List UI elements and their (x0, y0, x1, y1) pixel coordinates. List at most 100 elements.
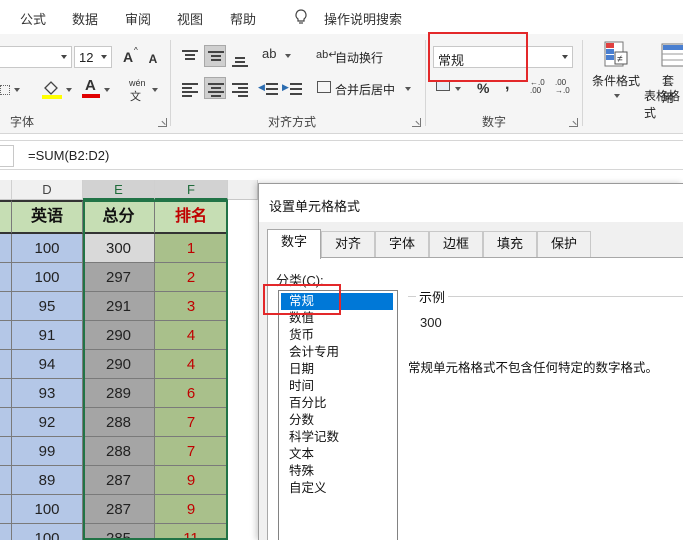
row-edge-cell[interactable] (0, 379, 12, 408)
header-cell-total[interactable]: 总分 (83, 200, 155, 234)
total-cell[interactable]: 290 (83, 350, 155, 379)
rank-cell[interactable]: 4 (155, 350, 228, 379)
tab-font[interactable]: 字体 (375, 231, 429, 257)
row-edge-cell[interactable] (0, 466, 12, 495)
name-box[interactable] (0, 145, 14, 167)
total-cell[interactable]: 297 (83, 263, 155, 292)
tell-me-search[interactable]: 操作说明搜索 (324, 9, 402, 28)
category-item[interactable]: 特殊 (281, 463, 393, 480)
tab-protection[interactable]: 保护 (537, 231, 591, 257)
column-header-d[interactable]: D (12, 180, 83, 200)
total-cell[interactable]: 287 (83, 495, 155, 524)
font-color-icon[interactable]: A (85, 77, 96, 94)
english-cell[interactable]: 100 (12, 495, 83, 524)
total-cell[interactable]: 290 (83, 321, 155, 350)
category-item[interactable]: 会计专用 (281, 344, 393, 361)
formula-input[interactable]: =SUM(B2:D2) (28, 148, 109, 163)
category-item[interactable]: 货币 (281, 327, 393, 344)
row-edge-cell[interactable] (0, 408, 12, 437)
total-cell[interactable]: 289 (83, 379, 155, 408)
category-listbox[interactable]: 常规 数值 货币 会计专用 日期 时间 百分比 分数 科学记数 文本 特殊 自定义 (278, 290, 398, 540)
english-cell[interactable]: 94 (12, 350, 83, 379)
category-item[interactable]: 时间 (281, 378, 393, 395)
row-edge-cell[interactable] (0, 495, 12, 524)
category-item[interactable]: 科学记数 (281, 429, 393, 446)
column-header-e[interactable]: E (83, 180, 155, 200)
align-left-icon[interactable] (180, 79, 200, 99)
row-edge-cell[interactable] (0, 234, 12, 263)
tab-review[interactable]: 审阅 (125, 9, 151, 28)
row-edge-cell[interactable] (0, 524, 12, 540)
tab-help[interactable]: 帮助 (230, 9, 256, 28)
align-right-icon[interactable] (230, 79, 250, 99)
column-header-f[interactable]: F (155, 180, 228, 200)
borders-icon[interactable] (0, 85, 10, 95)
conditional-formatting-button[interactable]: 条件格式 (592, 72, 640, 89)
category-item[interactable]: 百分比 (281, 395, 393, 412)
increase-indent-icon[interactable]: ▶ (282, 79, 302, 99)
category-item[interactable]: 分数 (281, 412, 393, 429)
row-edge-cell[interactable] (0, 321, 12, 350)
orientation-icon[interactable]: ab (262, 46, 276, 61)
row-edge-cell[interactable] (0, 437, 12, 466)
total-cell[interactable]: 287 (83, 466, 155, 495)
currency-format-icon[interactable] (436, 81, 450, 91)
english-cell[interactable]: 100 (12, 263, 83, 292)
alignment-dialog-launcher-icon[interactable] (412, 118, 421, 127)
english-cell[interactable]: 99 (12, 437, 83, 466)
tab-view[interactable]: 视图 (177, 9, 203, 28)
align-bottom-icon[interactable] (230, 47, 250, 67)
rank-cell[interactable]: 1 (155, 234, 228, 263)
wrap-text-button[interactable]: 自动换行 (335, 49, 383, 66)
tab-fill[interactable]: 填充 (483, 231, 537, 257)
english-cell[interactable]: 93 (12, 379, 83, 408)
align-center-icon[interactable] (204, 77, 226, 99)
header-cell-english[interactable]: 英语 (12, 200, 83, 234)
total-cell[interactable]: 288 (83, 408, 155, 437)
category-item[interactable]: 自定义 (281, 480, 393, 497)
tab-number[interactable]: 数字 (267, 229, 321, 259)
rank-cell[interactable]: 7 (155, 437, 228, 466)
row-edge-cell[interactable] (0, 292, 12, 321)
column-header-c[interactable] (0, 180, 12, 200)
rank-cell[interactable]: 11 (155, 524, 228, 540)
english-cell[interactable]: 100 (12, 524, 83, 540)
rank-cell[interactable]: 3 (155, 292, 228, 321)
rank-cell[interactable]: 7 (155, 408, 228, 437)
font-size-combo[interactable]: 12 (74, 46, 112, 68)
rank-cell[interactable]: 4 (155, 321, 228, 350)
row-edge-cell[interactable] (0, 263, 12, 292)
number-dialog-launcher-icon[interactable] (569, 118, 578, 127)
align-middle-icon[interactable] (204, 45, 226, 67)
tab-border[interactable]: 边框 (429, 231, 483, 257)
category-item[interactable]: 文本 (281, 446, 393, 463)
rank-cell[interactable]: 6 (155, 379, 228, 408)
english-cell[interactable]: 92 (12, 408, 83, 437)
header-cell-c[interactable] (0, 200, 12, 234)
increase-decimal-icon[interactable]: ←.0.00 (530, 79, 545, 95)
percent-style-button[interactable]: % (477, 80, 489, 96)
decrease-font-icon[interactable]: A (146, 49, 160, 69)
english-cell[interactable]: 95 (12, 292, 83, 321)
total-cell[interactable]: 288 (83, 437, 155, 466)
total-cell[interactable]: 285 (83, 524, 155, 540)
total-cell[interactable]: 291 (83, 292, 155, 321)
total-cell[interactable]: 300 (83, 234, 155, 263)
tab-data[interactable]: 数据 (72, 9, 98, 28)
decrease-indent-icon[interactable]: ◀ (258, 79, 278, 99)
english-cell[interactable]: 89 (12, 466, 83, 495)
font-dialog-launcher-icon[interactable] (158, 118, 167, 127)
conditional-formatting-icon[interactable]: ≠ (603, 40, 631, 70)
merge-center-button[interactable]: 合并后居中 (335, 81, 395, 98)
row-edge-cell[interactable] (0, 350, 12, 379)
phonetic-icon[interactable]: wén (129, 78, 146, 88)
header-cell-rank[interactable]: 排名 (155, 200, 228, 234)
english-cell[interactable]: 100 (12, 234, 83, 263)
decrease-decimal-icon[interactable]: .00 →.0 (555, 79, 570, 95)
rank-cell[interactable]: 9 (155, 466, 228, 495)
format-as-table-label-2[interactable]: 表格格式 (644, 87, 683, 121)
rank-cell[interactable]: 2 (155, 263, 228, 292)
rank-cell[interactable]: 9 (155, 495, 228, 524)
align-top-icon[interactable] (180, 47, 200, 67)
font-name-combo[interactable] (0, 46, 72, 68)
